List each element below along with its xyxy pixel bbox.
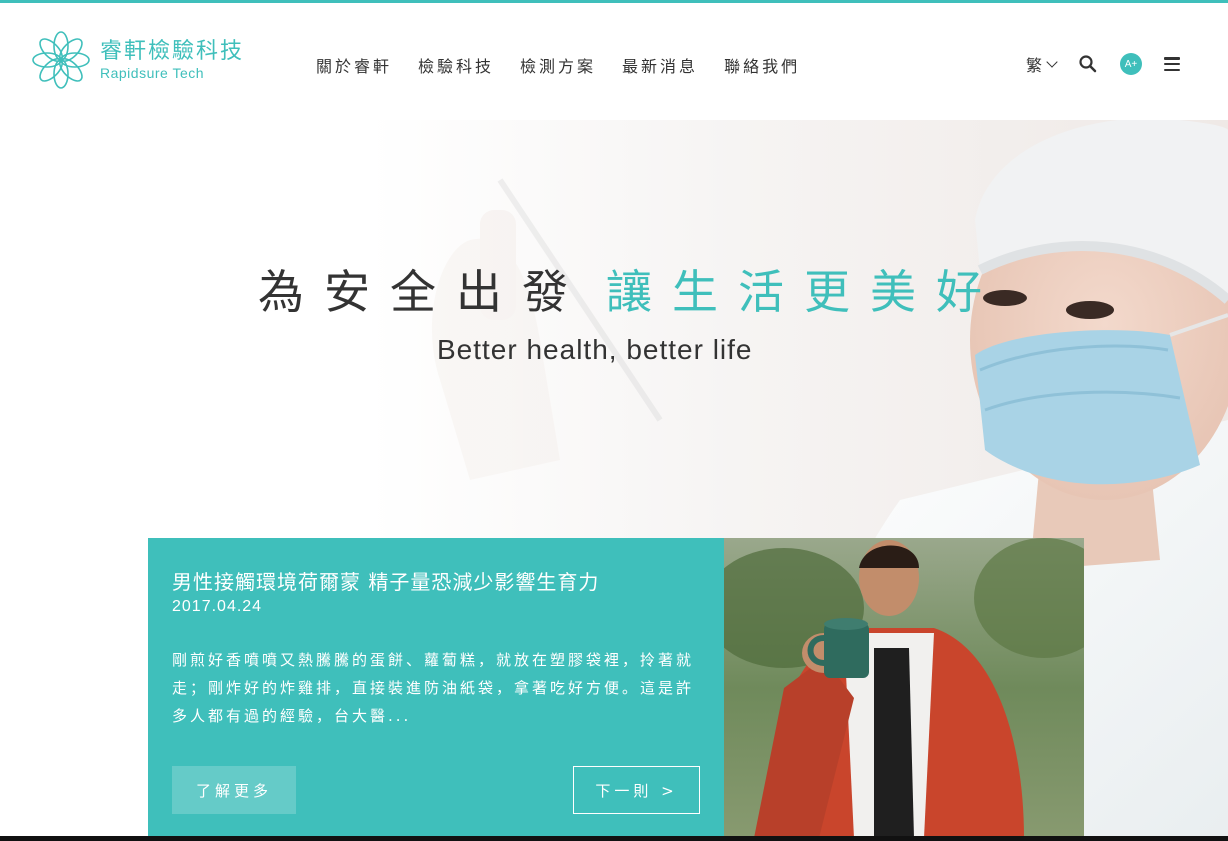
hero-title-teal: 讓生活更美好	[606, 265, 1002, 319]
search-icon[interactable]	[1078, 54, 1098, 74]
read-more-button[interactable]: 了解更多	[172, 766, 296, 814]
chevron-down-icon	[1046, 56, 1058, 68]
language-label: 繁	[1025, 56, 1042, 75]
brand-logo[interactable]: 睿軒檢驗科技 Rapidsure Tech	[28, 27, 258, 93]
nav-item-about[interactable]: 關於睿軒	[316, 53, 392, 77]
news-image-man-with-cup[interactable]	[724, 538, 1084, 838]
bottom-bar	[0, 836, 1228, 841]
nav-item-solutions[interactable]: 檢測方案	[520, 53, 596, 77]
news-excerpt: 剛煎好香噴噴又熱騰騰的蛋餅、蘿蔔糕，就放在塑膠袋裡，拎著就走；剛炸好的炸雞排，直…	[172, 651, 695, 725]
brand-name-cn: 睿軒檢驗科技	[100, 39, 245, 64]
site-header: 睿軒檢驗科技 Rapidsure Tech 關於睿軒 檢驗科技 檢測方案 最新消…	[0, 3, 1228, 120]
news-title[interactable]: 男性接觸環境荷爾蒙 精子量恐減少影響生育力	[172, 566, 599, 595]
font-size-button[interactable]: A+	[1120, 53, 1142, 75]
next-news-button[interactable]: 下一則 >	[573, 766, 700, 814]
news-card: 男性接觸環境荷爾蒙 精子量恐減少影響生育力 2017.04.24 剛煎好香噴噴又…	[148, 538, 724, 838]
nav-item-contact[interactable]: 聯絡我們	[724, 53, 800, 77]
brand-name-en: Rapidsure Tech	[100, 65, 205, 81]
hero-title: 為安全出發 讓生活更美好	[258, 256, 1002, 322]
nav-item-technology[interactable]: 檢驗科技	[418, 53, 494, 77]
header-tools: 繁 A+	[1026, 47, 1180, 81]
language-selector[interactable]: 繁	[1025, 52, 1058, 76]
hero-title-dark: 為安全出發	[258, 265, 588, 319]
hero-subtitle: Better health, better life	[437, 334, 753, 365]
news-date: 2017.04.24	[172, 598, 263, 615]
hero-banner: 為安全出發 讓生活更美好 Better health, better life 男…	[0, 120, 1228, 841]
hamburger-menu-icon[interactable]	[1164, 57, 1180, 71]
main-nav: 關於睿軒 檢驗科技 檢測方案 最新消息 聯絡我們	[316, 53, 800, 77]
logo-mark-icon	[32, 31, 90, 89]
nav-item-news[interactable]: 最新消息	[622, 53, 698, 77]
